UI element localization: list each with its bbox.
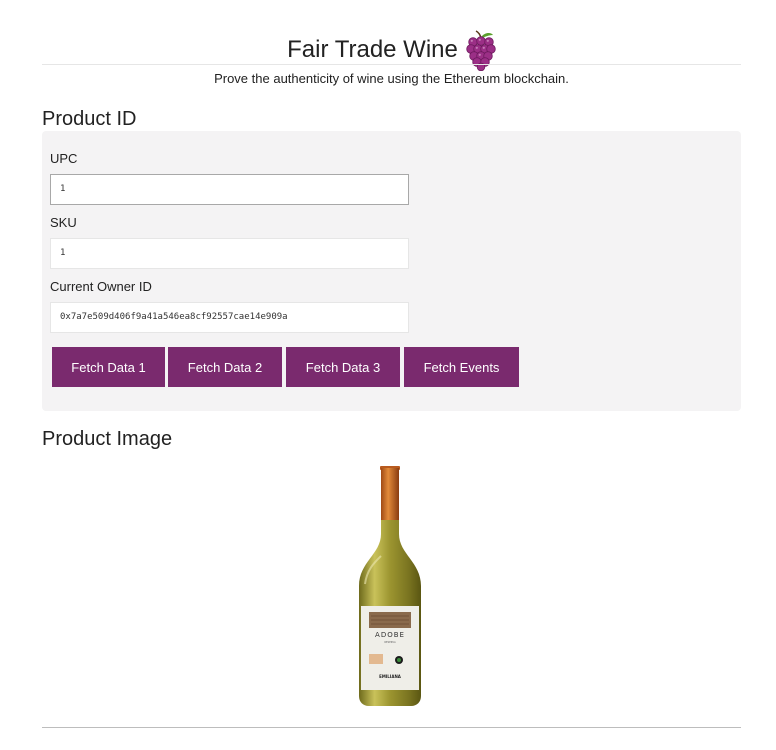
fetch-data-1-button[interactable]: Fetch Data 1 <box>52 347 165 387</box>
product-id-panel: UPC SKU Current Owner ID Fetch Data 1 Fe… <box>42 131 741 411</box>
bottle-producer-text: EMILIANA <box>379 674 402 679</box>
sku-input[interactable] <box>50 238 409 269</box>
fetch-data-3-button[interactable]: Fetch Data 3 <box>286 347 400 387</box>
fetch-data-2-button[interactable]: Fetch Data 2 <box>168 347 282 387</box>
bottle-brand-text: ADOBE <box>375 631 405 639</box>
footer-divider <box>42 727 741 728</box>
page: Fair Trade Wine Prove the authenticity o… <box>42 0 741 728</box>
wine-bottle-image: ADOBE RESERVA EMILIANA <box>359 466 421 706</box>
owner-id-input[interactable] <box>50 302 409 333</box>
svg-text:RESERVA: RESERVA <box>384 640 396 644</box>
header: Fair Trade Wine <box>42 0 741 72</box>
page-subtitle: Prove the authenticity of wine using the… <box>214 71 569 86</box>
fetch-events-button[interactable]: Fetch Events <box>404 347 519 387</box>
product-image-heading: Product Image <box>42 428 173 450</box>
upc-label: UPC <box>50 151 78 166</box>
upc-input[interactable] <box>50 174 409 205</box>
product-image: ADOBE RESERVA EMILIANA <box>355 464 425 708</box>
title-text: Fair Trade Wine <box>287 36 458 63</box>
owner-id-label: Current Owner ID <box>50 279 152 294</box>
product-id-heading: Product ID <box>42 108 137 130</box>
header-divider <box>42 64 741 65</box>
sku-label: SKU <box>50 215 77 230</box>
